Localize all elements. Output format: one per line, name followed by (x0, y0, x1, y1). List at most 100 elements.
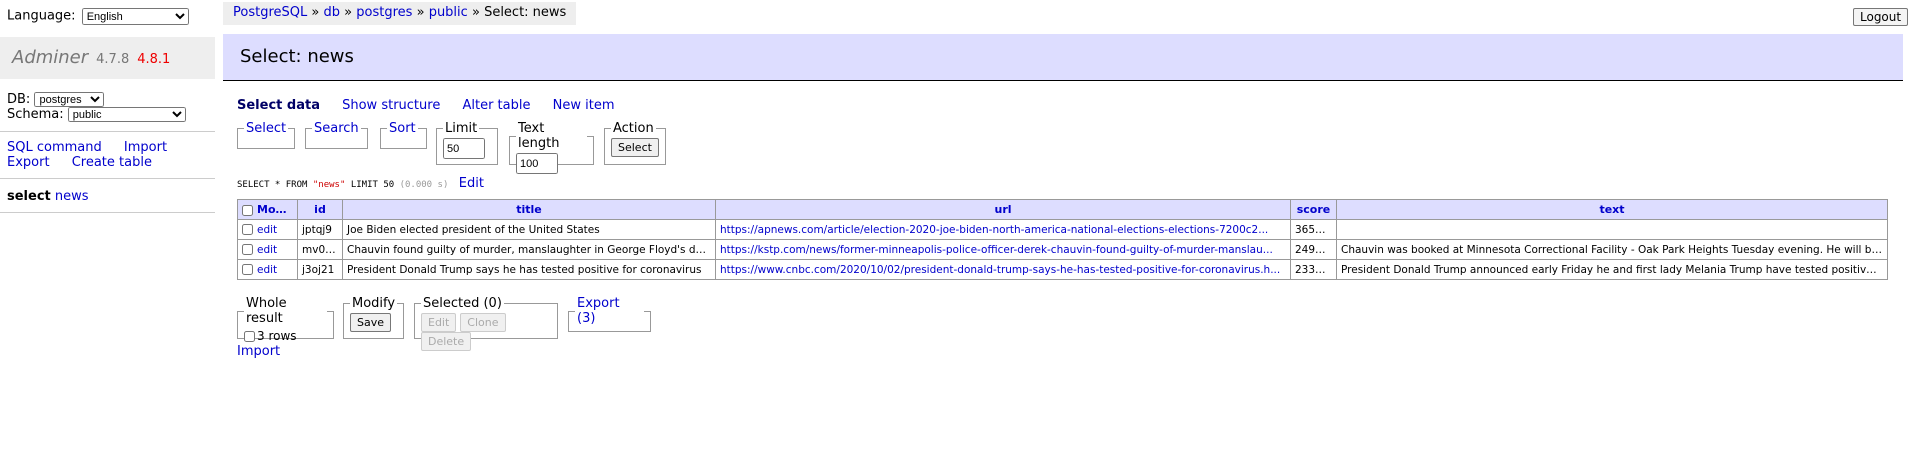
page-title-text: Select: news (240, 46, 354, 67)
cell-url[interactable]: https://apnews.com/article/election-2020… (715, 219, 1291, 240)
breadcrumb-separator: » (311, 5, 320, 20)
sql-prefix: SELECT * FROM (237, 180, 308, 190)
tab-new-item[interactable]: New item (553, 98, 615, 113)
cell-text (1336, 219, 1888, 240)
tab-alter-table[interactable]: Alter table (462, 98, 530, 113)
sql-table-string: "news" (312, 180, 346, 190)
table-tabs: Select data Show structure Alter table N… (237, 98, 632, 113)
breadcrumb-database[interactable]: postgres (356, 5, 412, 20)
tab-show-structure[interactable]: Show structure (342, 98, 440, 113)
limit-input[interactable] (443, 138, 485, 159)
row-checkbox[interactable] (242, 224, 253, 235)
sidebar-divider (0, 131, 215, 132)
adminer-logo: Adminer 4.7.8 4.8.1 (0, 37, 215, 79)
row-select-cell: edit (237, 219, 298, 240)
brand-version: 4.7.8 (96, 52, 130, 67)
cell-url[interactable]: https://www.cnbc.com/2020/10/02/presiden… (715, 259, 1291, 280)
selected-label: Selected (0) (423, 296, 502, 311)
sql-command-link[interactable]: SQL command (7, 140, 102, 155)
sort-fieldset: Sort (380, 121, 427, 149)
action-label: Action (613, 121, 654, 136)
row-checkbox[interactable] (242, 244, 253, 255)
whole-result-checkbox[interactable] (244, 331, 255, 342)
row-edit-link[interactable]: edit (257, 244, 277, 256)
breadcrumb: PostgreSQL » db » postgres » public » Se… (223, 2, 577, 25)
table-row: edit mv0fzt Chauvin found guilty of murd… (237, 239, 1888, 260)
breadcrumb-separator: » (416, 5, 425, 20)
delete-button[interactable]: Delete (421, 332, 472, 351)
sidebar-links: SQL command Import Export Create table (7, 140, 215, 170)
modify-fieldset: Modify Save (343, 296, 405, 339)
breadcrumb-schema[interactable]: public (429, 5, 468, 20)
cell-id: jptqj9 (297, 219, 343, 240)
rows-count-label: 3 rows (257, 329, 297, 343)
cell-url[interactable]: https://kstp.com/news/former-minneapolis… (715, 239, 1291, 260)
text-length-fieldset: Text length (509, 121, 594, 174)
search-link[interactable]: Search (314, 121, 359, 136)
db-select[interactable]: postgres (34, 92, 105, 107)
breadcrumb-db[interactable]: db (324, 5, 341, 20)
breadcrumb-server[interactable]: PostgreSQL (233, 5, 307, 20)
db-label: DB: (7, 92, 31, 107)
row-checkbox[interactable] (242, 264, 253, 275)
cell-id: mv0fzt (297, 239, 343, 260)
edit-query-link[interactable]: Edit (459, 176, 484, 191)
sql-query-line: SELECT * FROM "news" LIMIT 50 (0.000 s) … (237, 176, 484, 191)
search-fieldset: Search (305, 121, 368, 149)
limit-label: Limit (445, 121, 478, 136)
clone-button[interactable]: Clone (460, 313, 506, 332)
row-select-cell: edit (237, 239, 298, 260)
column-header-score[interactable]: score (1290, 199, 1337, 220)
column-header-text[interactable]: text (1336, 199, 1888, 220)
select-all-checkbox[interactable] (242, 204, 253, 216)
cell-score: 249045 (1290, 239, 1337, 260)
select-table-link[interactable]: select (7, 189, 51, 204)
sort-link[interactable]: Sort (389, 121, 416, 136)
modify-label: Modify (352, 296, 396, 311)
language-label: Language: (7, 8, 76, 24)
breadcrumb-current: Select: news (484, 5, 567, 20)
selected-fieldset: Selected (0) Edit Clone Delete (414, 296, 558, 351)
limit-fieldset: Limit (436, 121, 498, 165)
sql-suffix: LIMIT 50 (350, 180, 395, 190)
column-header-modify: Modify (237, 199, 298, 220)
new-version-link[interactable]: 4.8.1 (137, 52, 170, 67)
language-selector: Language: English (7, 8, 189, 25)
row-edit-link[interactable]: edit (257, 264, 277, 276)
export-link[interactable]: Export (7, 155, 50, 170)
modify-header-link[interactable]: Modify (257, 203, 297, 216)
db-schema-selector: DB: postgres Schema: public (7, 92, 215, 122)
results-table: Modify id title url score text edit jptq… (237, 199, 1888, 280)
select-action-button[interactable]: Select (611, 138, 659, 157)
whole-result-fieldset: Whole result 3 rows (237, 296, 334, 343)
table-list: select news (7, 189, 215, 204)
row-select-cell: edit (237, 259, 298, 280)
text-length-input[interactable] (516, 153, 558, 174)
export-results-link[interactable]: Export (3) (577, 296, 620, 326)
brand-name[interactable]: Adminer (12, 47, 88, 68)
table-link-news[interactable]: news (55, 189, 89, 204)
text-length-label: Text length (518, 121, 560, 151)
save-button[interactable]: Save (350, 313, 392, 332)
import-bottom-link[interactable]: Import (237, 344, 280, 359)
action-fieldset: Action Select (604, 121, 666, 165)
edit-selected-button[interactable]: Edit (421, 313, 457, 332)
import-link[interactable]: Import (124, 140, 167, 155)
language-select[interactable]: English (81, 8, 189, 25)
breadcrumb-separator: » (344, 5, 353, 20)
column-header-id[interactable]: id (297, 199, 343, 220)
cell-score: 233326 (1290, 259, 1337, 280)
select-fieldset: Select (237, 121, 296, 149)
cell-score: 365116 (1290, 219, 1337, 240)
row-edit-link[interactable]: edit (257, 224, 277, 236)
cell-title: President Donald Trump says he has teste… (342, 259, 716, 280)
tab-select-data[interactable]: Select data (237, 98, 320, 113)
select-columns-link[interactable]: Select (246, 121, 286, 136)
column-header-url[interactable]: url (715, 199, 1291, 220)
create-table-link[interactable]: Create table (72, 155, 152, 170)
cell-id: j3oj21 (297, 259, 343, 280)
cell-title: Chauvin found guilty of murder, manslaug… (342, 239, 716, 260)
logout-button[interactable]: Logout (1853, 8, 1909, 26)
column-header-title[interactable]: title (342, 199, 716, 220)
schema-select[interactable]: public (67, 107, 186, 122)
